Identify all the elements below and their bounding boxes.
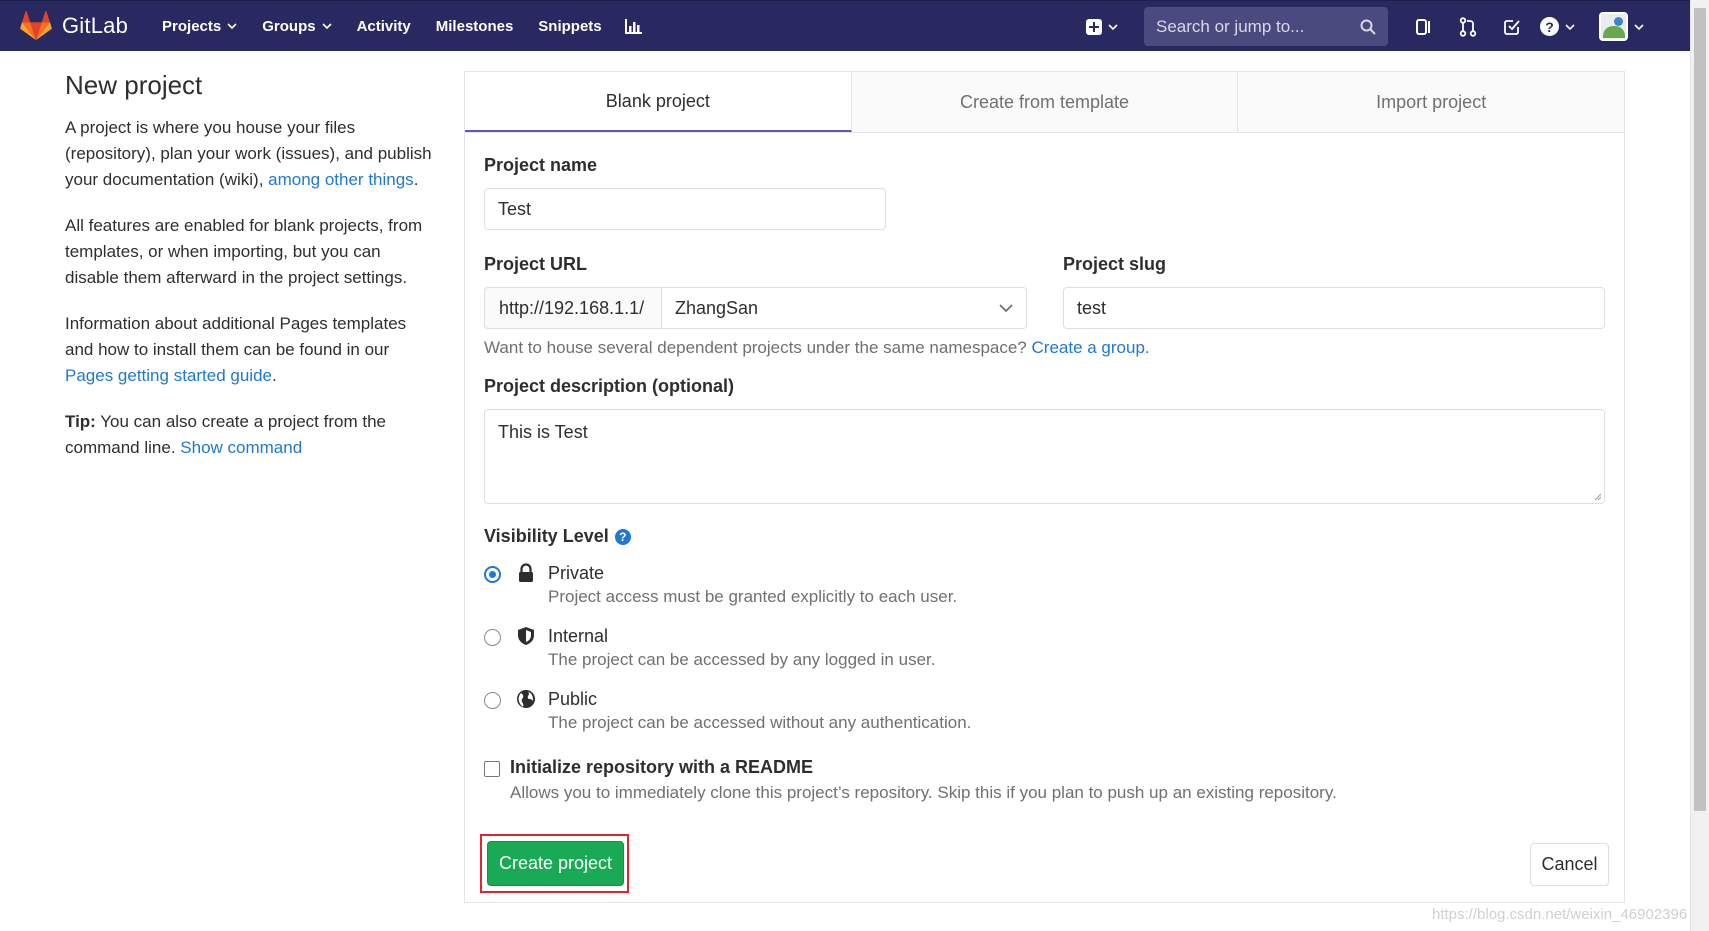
gitlab-logo-icon <box>20 11 52 41</box>
private-title: Private <box>548 563 605 583</box>
namespace-select[interactable]: ZhangSan <box>661 287 1027 329</box>
public-radio[interactable] <box>484 692 501 709</box>
todos-button[interactable] <box>1490 1 1534 52</box>
new-dropdown-button[interactable] <box>1086 18 1118 35</box>
tab-import-project[interactable]: Import project <box>1238 72 1625 132</box>
chevron-down-icon <box>999 304 1013 313</box>
project-slug-label: Project slug <box>1063 254 1167 274</box>
search-placeholder: Search or jump to... <box>1156 16 1305 36</box>
visibility-level-label: Visibility Level ? <box>484 526 631 547</box>
readme-option[interactable]: Initialize repository with a README Allo… <box>484 757 1337 803</box>
internal-radio[interactable] <box>484 629 501 646</box>
chevron-down-icon <box>227 23 237 30</box>
readme-desc: Allows you to immediately clone this pro… <box>510 783 1337 802</box>
nav-activity[interactable]: Activity <box>357 18 411 35</box>
project-name-label: Project name <box>484 155 598 175</box>
intro-paragraph-2: All features are enabled for blank proje… <box>65 216 423 287</box>
brand-link[interactable]: GitLab <box>20 1 128 52</box>
tab-create-from-template[interactable]: Create from template <box>851 72 1239 132</box>
todo-icon <box>1504 19 1520 35</box>
nav-groups[interactable]: Groups <box>262 17 332 35</box>
create-group-link[interactable]: Create a group. <box>1032 338 1150 357</box>
page-scrollbar[interactable] <box>1690 0 1709 931</box>
url-prefix: http://192.168.1.1/ <box>484 287 661 329</box>
among-other-things-link[interactable]: among other things <box>268 170 414 189</box>
chevron-down-icon <box>1565 23 1575 30</box>
intro-p1-end: . <box>413 170 419 189</box>
public-title: Public <box>548 689 598 709</box>
nav-groups-label: Groups <box>262 17 316 35</box>
merge-requests-button[interactable] <box>1446 1 1490 52</box>
readme-checkbox[interactable] <box>484 761 500 777</box>
nav-projects[interactable]: Projects <box>162 18 237 35</box>
question-circle-icon[interactable]: ? <box>614 528 631 545</box>
help-icon: ? <box>1540 17 1559 36</box>
help-dropdown-button[interactable]: ? <box>1540 17 1575 36</box>
search-input[interactable]: Search or jump to... <box>1144 7 1388 46</box>
project-slug-input[interactable]: test <box>1063 287 1605 329</box>
pages-guide-link[interactable]: Pages getting started guide <box>65 366 272 385</box>
search-icon <box>1360 19 1376 35</box>
visibility-option-private[interactable]: Private Project access must be granted e… <box>484 563 957 607</box>
chevron-down-icon <box>1108 23 1118 30</box>
internal-desc: The project can be accessed by any logge… <box>548 650 936 669</box>
user-menu-button[interactable] <box>1599 12 1644 41</box>
sidebar-toggle-button[interactable] <box>1402 1 1446 52</box>
tip-label: Tip: <box>65 412 96 431</box>
description-label: Project description (optional) <box>484 376 735 396</box>
visibility-label-text: Visibility Level <box>484 526 609 546</box>
project-type-tabs: Blank project Create from template Impor… <box>465 72 1625 133</box>
nav-snippets[interactable]: Snippets <box>538 18 601 35</box>
intro-paragraph-1: A project is where you house your files … <box>65 115 435 193</box>
internal-title: Internal <box>548 626 609 646</box>
resize-grip-icon[interactable] <box>1592 491 1602 501</box>
chart-icon[interactable] <box>624 18 643 34</box>
project-url-label: Project URL <box>484 254 588 274</box>
visibility-option-internal[interactable]: Internal The project can be accessed by … <box>484 626 935 670</box>
nav-milestones-label: Milestones <box>435 17 514 35</box>
plus-icon <box>1086 18 1102 35</box>
readme-label: Initialize repository with a README <box>510 757 814 777</box>
intro-p3-text: Information about additional Pages templ… <box>65 314 407 359</box>
description-value: This is Test <box>498 422 588 442</box>
brand-name: GitLab <box>62 13 129 38</box>
merge-request-icon <box>1459 16 1477 37</box>
page-title: New project <box>65 70 203 100</box>
intro-column: New project A project is where you house… <box>65 70 435 481</box>
cancel-button[interactable]: Cancel <box>1530 843 1609 886</box>
globe-icon <box>517 690 535 708</box>
create-project-button[interactable]: Create project <box>487 841 624 886</box>
intro-paragraph-3: Information about additional Pages templ… <box>65 311 435 389</box>
visibility-option-public[interactable]: Public The project can be accessed witho… <box>484 689 971 733</box>
watermark: https://blog.csdn.net/weixin_46902396 <box>1432 906 1688 923</box>
intro-p3-end: . <box>271 366 277 385</box>
namespace-value: ZhangSan <box>675 297 759 318</box>
project-name-input[interactable]: Test <box>484 188 886 230</box>
tab-blank-project[interactable]: Blank project <box>465 72 852 132</box>
avatar <box>1599 12 1628 41</box>
top-navbar: GitLab Projects Groups Activity Mileston… <box>0 0 1690 51</box>
chevron-down-icon <box>1634 23 1644 30</box>
lock-icon <box>519 563 533 582</box>
nav-activity-label: Activity <box>356 17 411 35</box>
namespace-hint: Want to house several dependent projects… <box>484 338 1150 358</box>
namespace-hint-text: Want to house several dependent projects… <box>484 338 1032 357</box>
scrollbar-thumb[interactable] <box>1694 8 1706 811</box>
private-desc: Project access must be granted explicitl… <box>548 587 958 606</box>
shield-icon <box>518 627 534 645</box>
public-desc: The project can be accessed without any … <box>548 713 972 732</box>
nav-projects-label: Projects <box>162 17 222 35</box>
sidebar-toggle-icon <box>1416 18 1430 35</box>
nav-snippets-label: Snippets <box>538 17 602 35</box>
intro-tip: Tip: You can also create a project from … <box>65 409 435 461</box>
show-command-link[interactable]: Show command <box>180 438 302 457</box>
private-radio[interactable] <box>484 566 501 583</box>
description-textarea[interactable]: This is Test <box>484 409 1605 504</box>
nav-milestones[interactable]: Milestones <box>436 18 514 35</box>
chevron-down-icon <box>322 23 332 30</box>
